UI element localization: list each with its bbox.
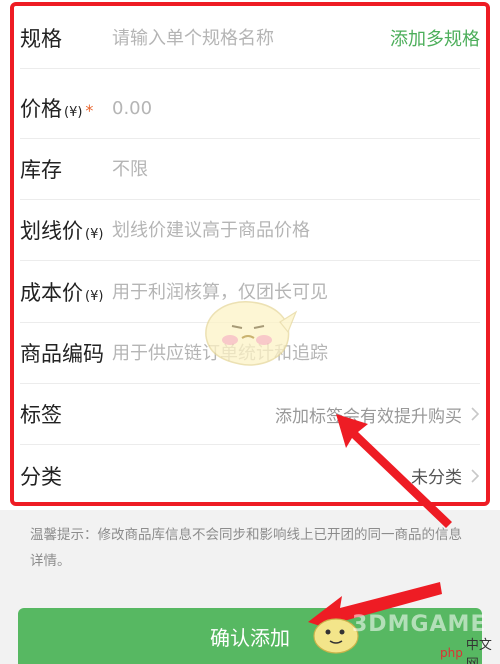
php-badge: php (440, 646, 463, 660)
price-label: 价格 (¥) * (20, 97, 94, 121)
price-row: 价格 (¥) * (20, 78, 480, 139)
category-row[interactable]: 分类 未分类 (20, 445, 480, 506)
cost-price-unit: (¥) (85, 289, 104, 304)
list-price-label: 划线价 (¥) (20, 219, 104, 243)
chevron-right-icon (471, 407, 480, 421)
site-badge-text: 中文网 (465, 638, 492, 664)
chevron-right-icon (471, 468, 480, 483)
site-badge: php 中文网 (440, 634, 500, 664)
category-value[interactable]: 未分类 (411, 463, 480, 488)
list-price-unit: (¥) (85, 227, 104, 242)
tag-label: 标签 (20, 403, 62, 427)
stock-label: 库存 (20, 158, 62, 182)
stock-input[interactable] (112, 158, 480, 180)
tag-value[interactable]: 添加标签会有效提升购买 (275, 402, 480, 427)
spec-name-input[interactable] (112, 27, 390, 49)
mascot-watermark-icon (205, 301, 298, 366)
add-multi-spec-link[interactable]: 添加多规格 (390, 25, 480, 51)
stock-row: 库存 (20, 139, 480, 200)
tip-text: 温馨提示：修改商品库信息不会同步和影响线上已开团的同一商品的信息详情。 (30, 527, 462, 569)
product-code-label: 商品编码 (20, 342, 104, 366)
spec-row: 规格 添加多规格 (20, 8, 480, 69)
price-input[interactable] (112, 97, 480, 119)
price-unit: (¥) (64, 105, 83, 120)
list-price-input[interactable] (112, 219, 480, 241)
list-price-row: 划线价 (¥) (20, 200, 480, 261)
product-spec-form: 规格 添加多规格 价格 (¥) * 库存 划线价 (¥) 成本价 (¥) (0, 0, 500, 510)
required-marker: * (85, 101, 94, 120)
category-label: 分类 (20, 464, 62, 489)
tag-row[interactable]: 标签 添加标签会有效提升购买 (20, 384, 480, 445)
spec-label: 规格 (20, 27, 62, 51)
cost-price-label: 成本价 (¥) (20, 281, 104, 305)
